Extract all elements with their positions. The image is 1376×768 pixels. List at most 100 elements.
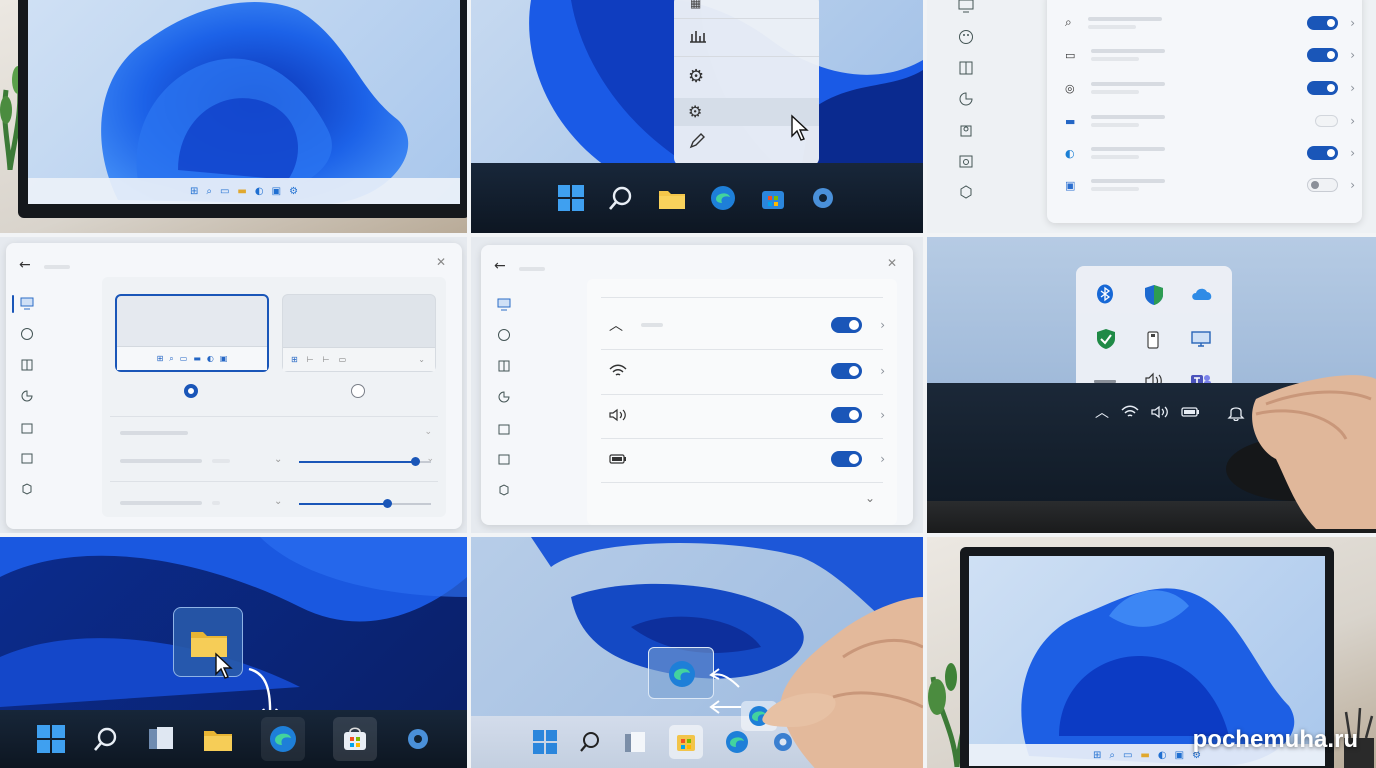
palette-icon[interactable] — [17, 324, 37, 344]
taskbar-item-active[interactable] — [669, 725, 703, 759]
setting-row[interactable]: ⌕ › — [1065, 15, 1355, 30]
widgets-icon[interactable]: ▭ — [1123, 750, 1132, 761]
time-icon[interactable] — [494, 449, 514, 469]
chevron-down-icon[interactable]: ⌄ — [865, 491, 875, 505]
gear-icon[interactable] — [405, 726, 431, 752]
search-icon[interactable]: ⌕ — [1109, 750, 1115, 761]
privacy-icon[interactable] — [17, 479, 37, 499]
back-arrow-icon[interactable]: ← — [19, 257, 31, 273]
pencil-icon[interactable] — [688, 132, 706, 154]
folder-icon[interactable] — [203, 726, 233, 752]
volume-icon[interactable] — [1151, 405, 1169, 419]
bluetooth-icon[interactable] — [1096, 284, 1114, 308]
slider-thumb[interactable] — [383, 499, 393, 508]
time-icon[interactable] — [956, 151, 976, 171]
chevron-right-icon[interactable]: › — [1350, 146, 1355, 160]
store-icon[interactable] — [760, 185, 786, 211]
bar-chart-icon[interactable] — [688, 28, 708, 48]
chevron-right-icon[interactable]: › — [1350, 114, 1355, 128]
store-icon[interactable] — [675, 731, 697, 753]
personalize-icon[interactable] — [956, 89, 976, 109]
toggle-switch[interactable] — [831, 363, 863, 379]
chevron-right-icon[interactable]: › — [1350, 48, 1355, 62]
store-icon[interactable]: ▣ — [1175, 750, 1184, 761]
taskbar-item-active[interactable] — [260, 717, 305, 761]
slider-track[interactable] — [299, 503, 431, 505]
windows-logo-icon[interactable] — [558, 185, 584, 211]
chevron-down-icon[interactable]: ⌄ — [274, 496, 282, 507]
chevron-down-icon[interactable]: ⌄ — [274, 454, 282, 465]
toggle-switch[interactable] — [1307, 48, 1339, 62]
chevron-right-icon[interactable]: › — [1350, 178, 1355, 192]
edge-icon[interactable]: ◐ — [255, 186, 264, 197]
usb-device-icon[interactable] — [1146, 329, 1160, 353]
gear-icon[interactable]: ⚙ — [688, 66, 704, 87]
accounts-icon[interactable] — [956, 120, 976, 140]
edge-icon[interactable]: ◐ — [1158, 750, 1167, 761]
folder-icon[interactable]: ▬ — [237, 186, 246, 197]
corner-item-row[interactable]: › — [609, 445, 885, 473]
dragged-app-tile[interactable] — [648, 647, 714, 699]
folder-icon[interactable] — [658, 186, 686, 210]
setting-row[interactable]: ▭ › — [1065, 48, 1355, 62]
search-icon[interactable] — [608, 185, 634, 211]
monitor-icon[interactable] — [1190, 330, 1212, 352]
privacy-icon[interactable] — [494, 480, 514, 500]
accounts-icon[interactable] — [494, 418, 514, 438]
personalize-icon[interactable] — [494, 387, 514, 407]
corner-item-row[interactable]: › — [609, 357, 885, 385]
setting-row[interactable]: ◐ › — [1065, 146, 1355, 160]
toggle-switch[interactable] — [831, 451, 863, 467]
gear-icon[interactable]: ⚙ — [289, 186, 298, 197]
slider-thumb[interactable] — [411, 457, 421, 466]
back-arrow-icon[interactable]: ← — [494, 258, 506, 274]
chevron-down-icon[interactable]: ⌄ — [426, 454, 434, 464]
corner-item-row[interactable]: ︿ › — [609, 311, 885, 339]
edge-icon[interactable] — [269, 725, 297, 753]
book-icon[interactable] — [17, 355, 37, 375]
chevron-right-icon[interactable]: › — [880, 318, 885, 332]
toggle-switch[interactable] — [831, 317, 863, 333]
layout-option-left[interactable]: ⊞ ⌕ ▭ ▬ ◐ ▣ — [115, 294, 269, 372]
book-icon[interactable] — [956, 58, 976, 78]
chevron-right-icon[interactable]: › — [1350, 16, 1355, 30]
palette-icon[interactable] — [494, 325, 514, 345]
dragged-app-tile[interactable] — [173, 607, 243, 679]
setting-row[interactable]: ▣ › — [1065, 178, 1355, 192]
store-icon[interactable]: ▣ — [272, 186, 281, 197]
task-view-icon[interactable] — [147, 725, 175, 753]
search-icon[interactable] — [93, 726, 119, 752]
chevron-down-icon[interactable]: ⌄ — [424, 427, 432, 437]
shield-icon[interactable] — [1144, 284, 1164, 310]
close-icon[interactable]: ✕ — [887, 256, 897, 270]
windows-logo-icon[interactable] — [36, 725, 65, 753]
grid-icon[interactable]: ▦ — [690, 0, 701, 10]
book-icon[interactable] — [494, 356, 514, 376]
widgets-icon[interactable]: ▭ — [220, 186, 229, 197]
taskbar-item-active[interactable] — [332, 717, 377, 761]
layout-option-right[interactable]: ⊞ ⊢ ⊢ ▭ ⌄ — [282, 294, 436, 372]
personalize-icon[interactable] — [17, 386, 37, 406]
search-icon[interactable] — [579, 731, 601, 753]
edge-icon[interactable] — [710, 185, 736, 211]
corner-item-row[interactable]: › — [609, 401, 885, 429]
chevron-right-icon[interactable]: › — [880, 364, 885, 378]
chevron-right-icon[interactable]: › — [880, 452, 885, 466]
setting-row[interactable]: ▬ › — [1065, 114, 1355, 128]
accounts-icon[interactable] — [17, 417, 37, 437]
privacy-icon[interactable] — [956, 182, 976, 202]
gear-icon[interactable]: ⚙ — [688, 102, 702, 121]
task-view-icon[interactable] — [623, 730, 647, 754]
toggle-switch[interactable] — [1307, 81, 1339, 95]
radio-right[interactable] — [351, 384, 365, 398]
toggle-switch[interactable] — [1307, 15, 1339, 30]
toggle-switch[interactable] — [831, 407, 863, 423]
palette-icon[interactable] — [956, 27, 976, 47]
toggle-switch[interactable] — [1307, 146, 1339, 160]
monitor-icon[interactable] — [956, 0, 976, 16]
search-icon[interactable]: ⌕ — [206, 186, 212, 197]
monitor-icon[interactable] — [494, 294, 514, 314]
gear-icon[interactable] — [810, 185, 836, 211]
chevron-right-icon[interactable]: › — [1350, 81, 1355, 95]
close-icon[interactable]: ✕ — [436, 255, 446, 269]
